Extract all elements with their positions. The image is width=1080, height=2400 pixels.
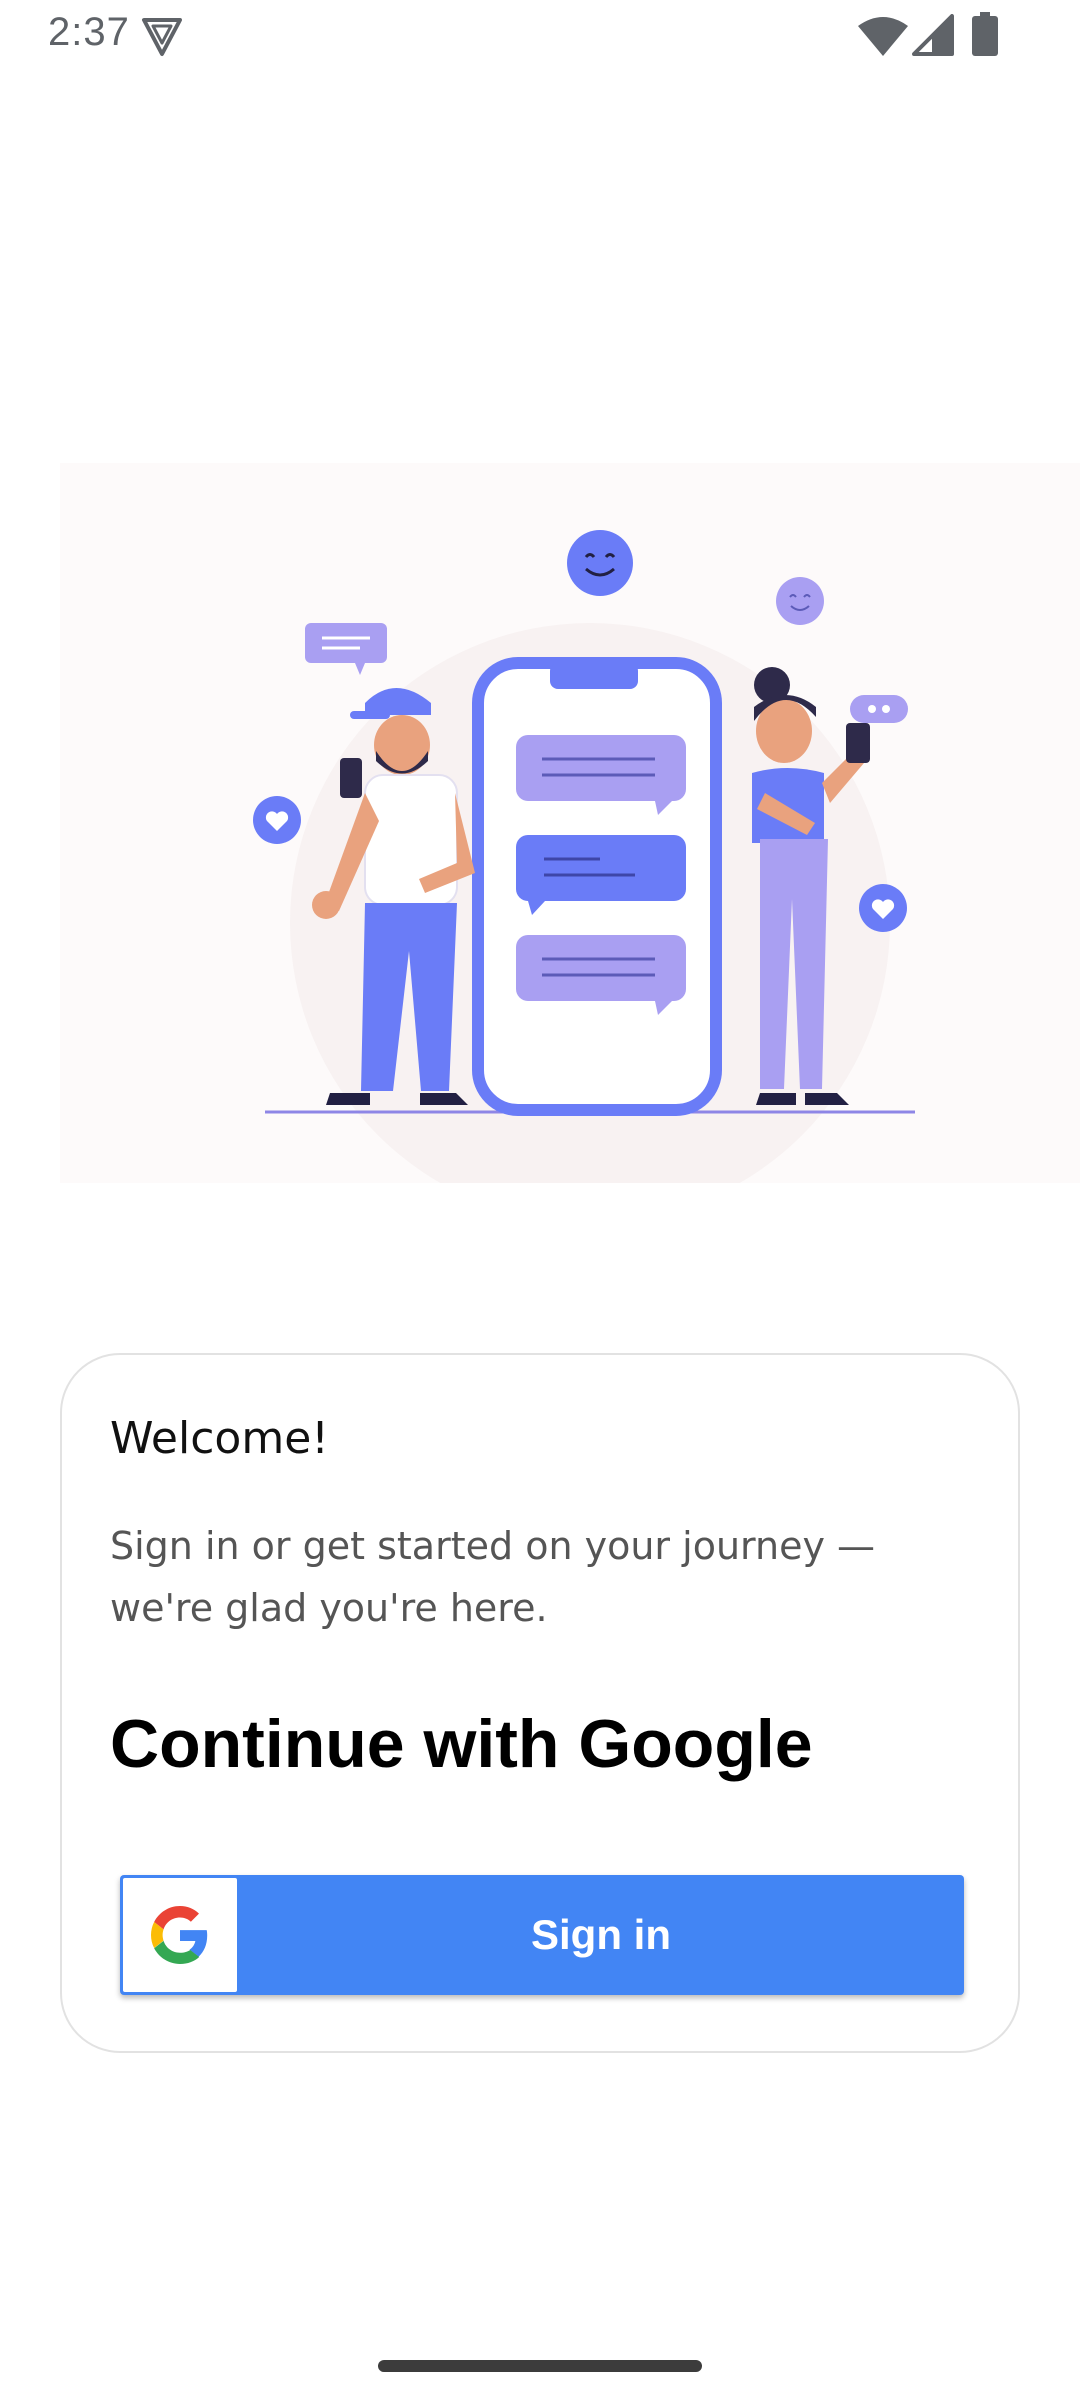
welcome-subtitle: Sign in or get started on your journey —…	[110, 1524, 876, 1630]
sign-in-card: Welcome! Sign in or get started on your …	[60, 1353, 1020, 2053]
cell-signal-icon	[912, 14, 954, 56]
hero-illustration	[60, 463, 1080, 1183]
google-g-icon	[151, 1906, 208, 1964]
wifi-icon	[858, 17, 908, 56]
continue-with-google-heading: Continue with Google	[110, 1706, 813, 1782]
battery-icon	[972, 12, 998, 56]
welcome-title: Welcome!	[110, 1413, 329, 1464]
google-sign-in-button[interactable]: Sign in	[120, 1875, 964, 1995]
status-time: 2:37	[48, 10, 130, 54]
vpn-icon	[142, 18, 182, 56]
people-chatting-illustration	[253, 530, 915, 1183]
status-bar: 2:37	[0, 0, 1080, 70]
sign-in-label: Sign in	[531, 1911, 671, 1958]
home-indicator[interactable]	[378, 2360, 702, 2372]
google-logo-box	[123, 1878, 237, 1992]
